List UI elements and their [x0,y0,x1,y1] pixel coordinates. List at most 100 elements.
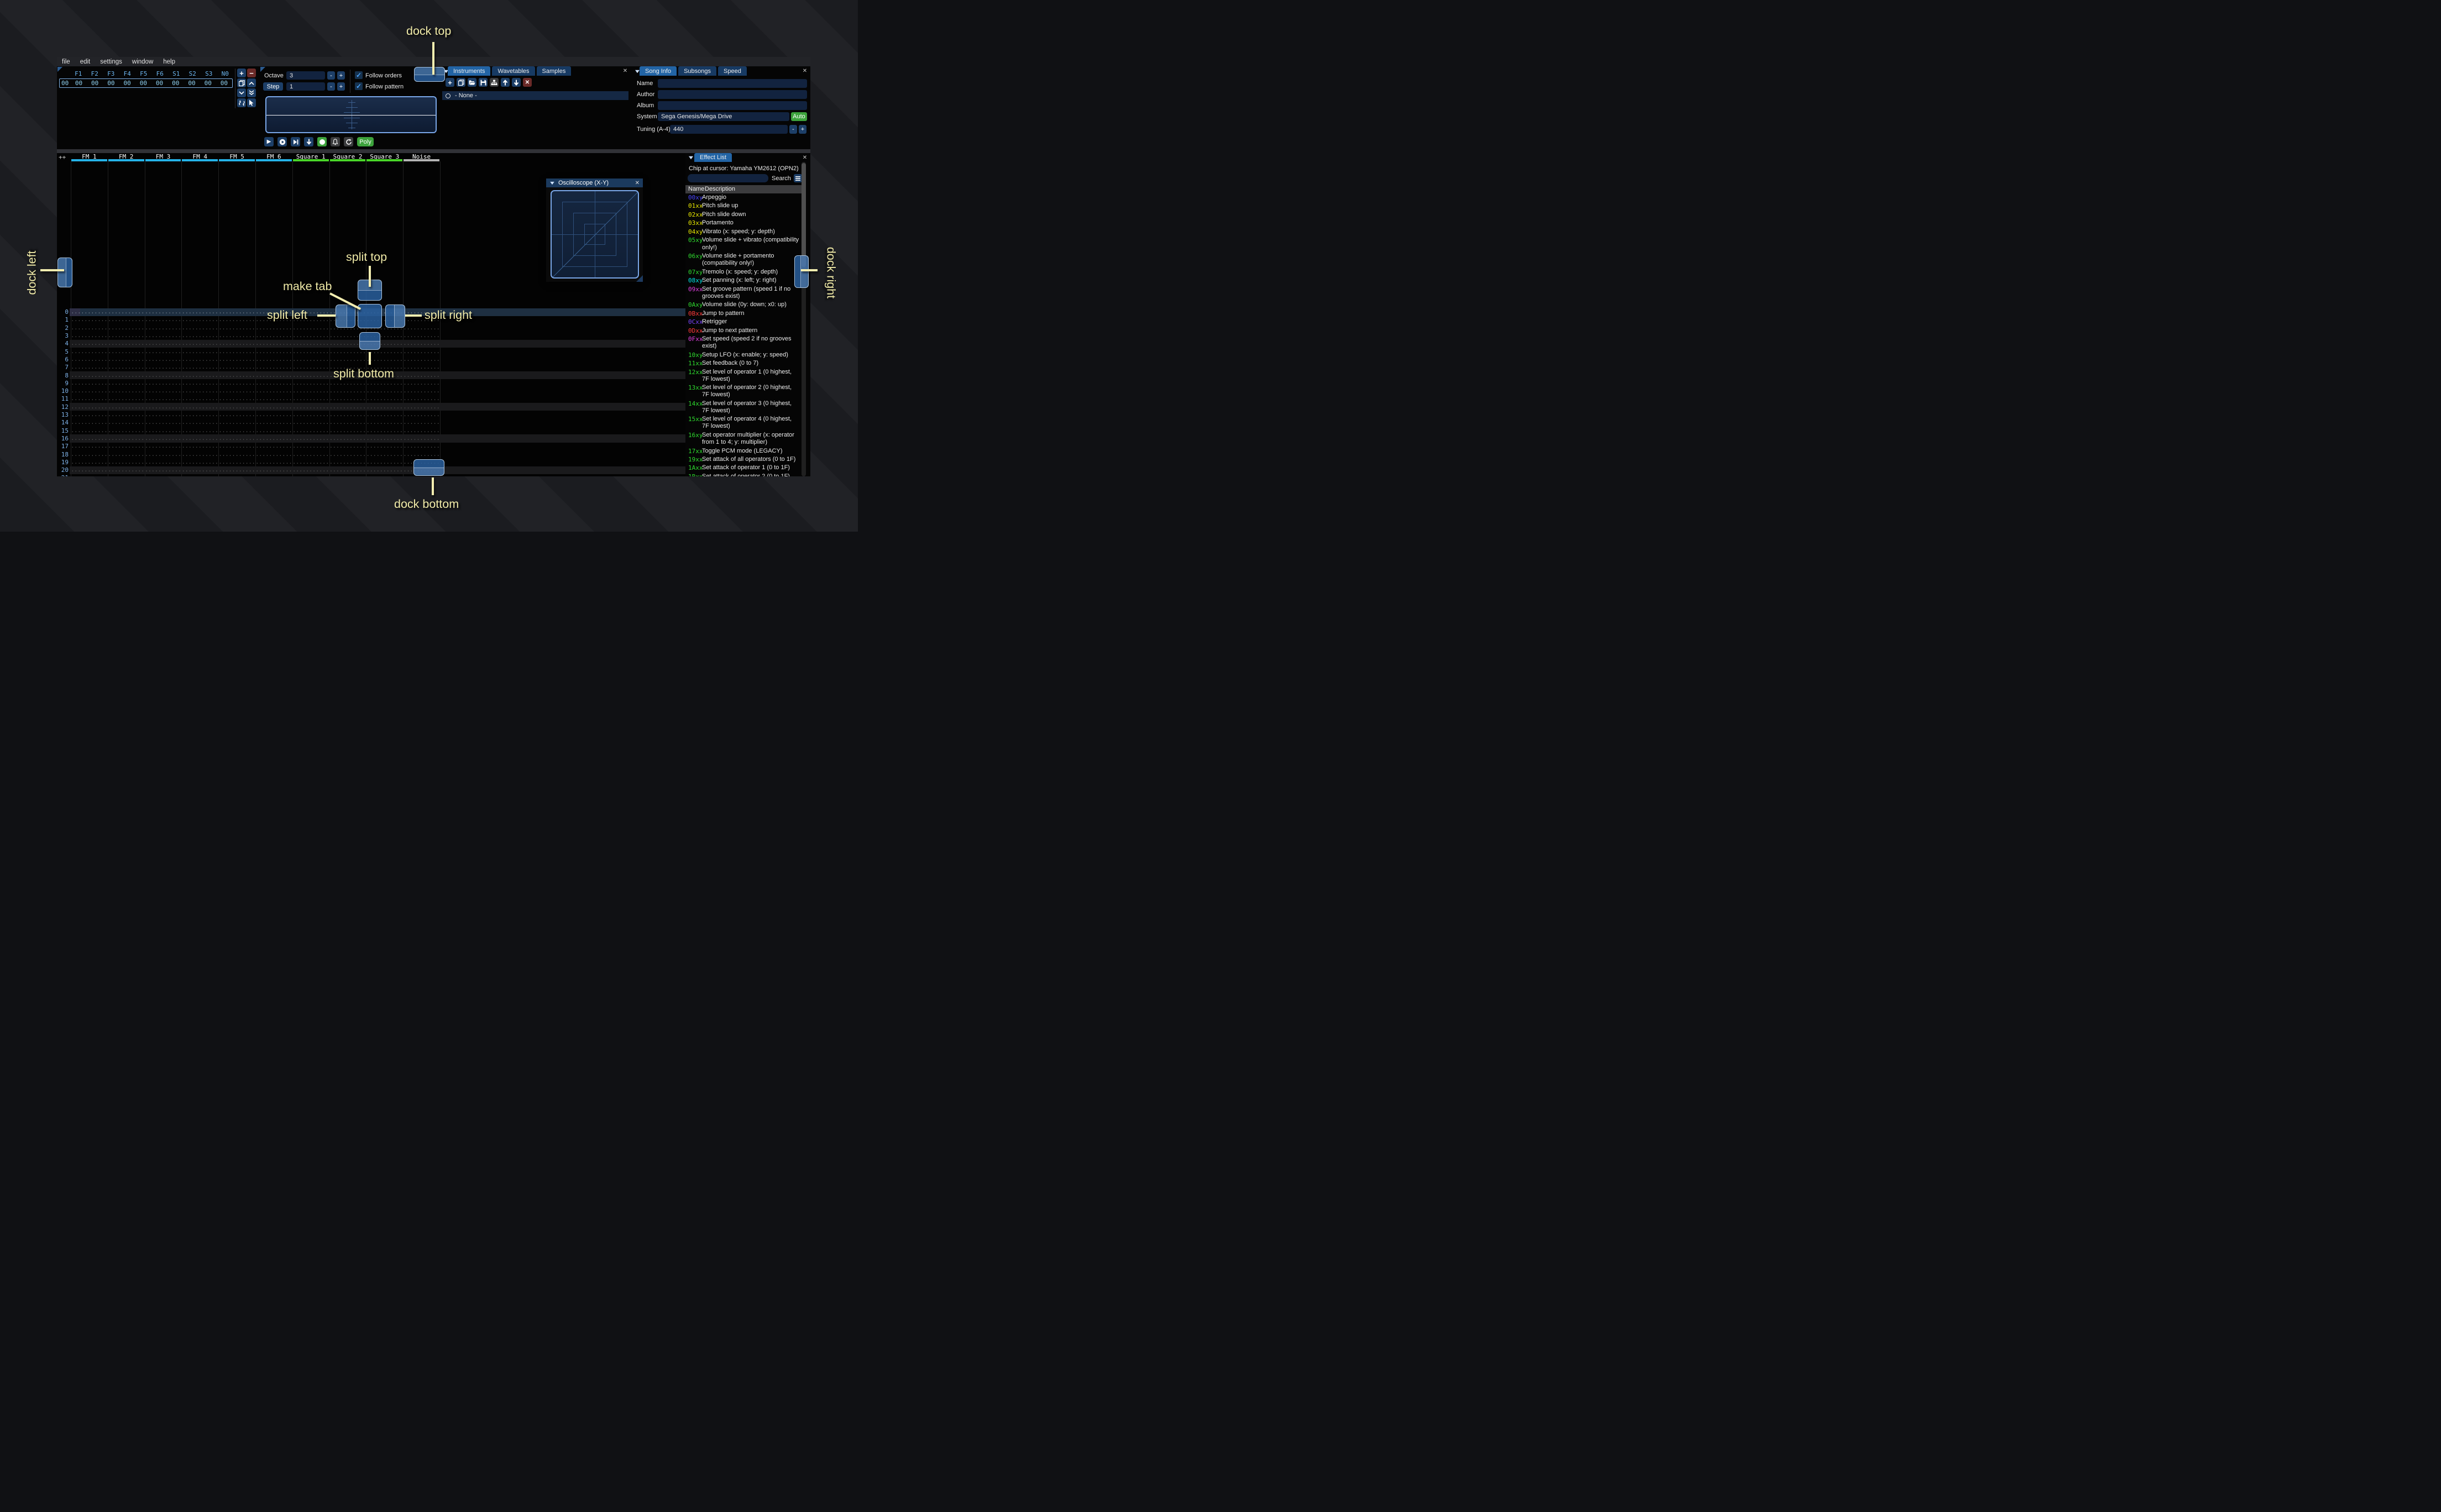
pattern-cell[interactable]: ........... [181,364,218,370]
pattern-row[interactable]: 21......................................… [57,474,685,476]
pattern-cell[interactable]: ........... [145,356,182,363]
split-left-target[interactable] [336,305,355,328]
pattern-cell[interactable]: ........... [292,372,329,379]
pattern-cell[interactable]: ........... [218,435,255,442]
system-auto-button[interactable]: Auto [791,112,807,121]
pattern-cell[interactable]: ........... [108,428,145,434]
pattern-cell[interactable]: ........... [108,380,145,386]
pattern-cell[interactable]: ........... [218,333,255,339]
pattern-cell[interactable]: ........... [366,388,403,394]
pattern-cell[interactable]: ........... [71,325,108,331]
dock-top-target[interactable] [414,67,445,82]
pattern-row[interactable]: 18......................................… [57,450,685,458]
pattern-row[interactable]: 19......................................… [57,458,685,466]
pattern-cell[interactable]: ........... [181,388,218,394]
pattern-cell[interactable]: ........... [403,388,440,394]
pattern-cell[interactable]: ........... [145,452,182,458]
pattern-cell[interactable]: ........... [366,412,403,418]
pattern-cell[interactable]: ........... [145,396,182,402]
pattern-cell[interactable]: ........... [145,309,182,315]
follow-orders-checkbox[interactable]: ✓ [355,71,363,79]
order-move-up-button[interactable] [247,78,256,87]
resize-grip[interactable] [636,275,643,282]
make-tab-target[interactable] [358,304,382,328]
pattern-cell[interactable]: ........... [366,467,403,473]
pattern-cell[interactable]: ........... [145,317,182,323]
pattern-cell[interactable]: ........... [181,412,218,418]
tuning-input[interactable]: 440 [670,125,788,134]
pattern-cell[interactable]: ........... [403,435,440,442]
step-play-button[interactable] [291,137,300,146]
pattern-cell[interactable]: ........... [329,467,366,473]
pattern-cell[interactable]: ........... [255,340,292,347]
pattern-cell[interactable]: ........... [71,404,108,410]
pattern-cell[interactable]: ........... [71,333,108,339]
pattern-cell[interactable]: ........... [218,404,255,410]
pattern-cell[interactable]: ........... [255,364,292,370]
pattern-cell[interactable]: ........... [108,340,145,347]
pattern-cell[interactable]: ........... [292,428,329,434]
order-cell[interactable]: 00 [200,80,216,87]
octave-increment-button[interactable]: + [337,71,345,80]
oscilloscope-display[interactable] [265,96,437,133]
pattern-row[interactable]: 13......................................… [57,411,685,418]
tab-effect-list[interactable]: Effect List [694,153,732,162]
effect-row[interactable]: 10xy Setup LFO (x: enable; y: speed) [685,351,803,360]
pattern-cell[interactable]: ........... [145,459,182,465]
pattern-cell[interactable]: ........... [71,467,108,473]
order-deep-clone-button[interactable] [237,98,246,107]
pattern-cell[interactable]: ........... [181,459,218,465]
pattern-cell[interactable]: ........... [145,364,182,370]
pattern-cell[interactable]: ........... [255,452,292,458]
pattern-cell[interactable]: ........... [145,419,182,426]
pattern-cell[interactable]: ........... [108,317,145,323]
pattern-cell[interactable]: ........... [108,443,145,449]
pattern-cell[interactable]: ........... [108,372,145,379]
pattern-cell[interactable]: ........... [181,475,218,476]
order-cell[interactable]: 00 [216,80,232,87]
pattern-cell[interactable]: ........... [403,452,440,458]
collapse-arrow-icon[interactable] [635,70,640,74]
pattern-cell[interactable]: ........... [366,396,403,402]
pattern-cell[interactable]: ........... [108,435,145,442]
menu-window[interactable]: window [127,59,158,65]
pattern-cell[interactable]: ........... [366,428,403,434]
pattern-cell[interactable]: ........... [108,467,145,473]
song-name-input[interactable] [658,79,807,88]
pattern-cell[interactable]: ........... [292,467,329,473]
pattern-cell[interactable]: ........... [403,443,440,449]
pattern-cell[interactable]: ........... [145,404,182,410]
poly-toggle-button[interactable]: Poly [357,137,374,146]
pattern-cell[interactable]: ........... [181,340,218,347]
effect-row[interactable]: 05xy Volume slide + vibrato (compatibilit… [685,237,803,253]
pattern-cell[interactable]: ........... [366,435,403,442]
pattern-cell[interactable]: ........... [292,356,329,363]
pattern-cell[interactable]: ........... [403,396,440,402]
pattern-cell[interactable]: ........... [108,349,145,355]
pattern-row[interactable]: 11......................................… [57,395,685,403]
pattern-cell[interactable]: ........... [218,309,255,315]
effect-row[interactable]: 16xy Set operator multiplier (x: operator… [685,432,803,448]
pattern-cell[interactable]: ........... [145,349,182,355]
pattern-cell[interactable]: ........... [366,443,403,449]
pattern-cell[interactable]: ........... [108,356,145,363]
tab-speed[interactable]: Speed [718,66,747,76]
pattern-cell[interactable]: ........... [255,372,292,379]
pattern-cell[interactable]: ........... [292,459,329,465]
pattern-cell[interactable]: ........... [218,340,255,347]
effect-row[interactable]: 06xy Volume slide + portamento (compatibi… [685,253,803,269]
pattern-cell[interactable]: ........... [292,388,329,394]
pattern-cell[interactable]: ........... [403,428,440,434]
effect-row[interactable]: 1Axx Set attack of operator 1 (0 to 1F) [685,464,803,473]
pattern-cell[interactable]: ........... [108,396,145,402]
pattern-cell[interactable]: ........... [181,372,218,379]
instrument-folder-view-button[interactable] [490,78,499,87]
pattern-cell[interactable]: ........... [108,452,145,458]
pattern-cell[interactable]: ........... [108,388,145,394]
pattern-cell[interactable]: ........... [108,459,145,465]
instrument-move-down-button[interactable] [512,78,521,87]
effect-row[interactable]: 07xy Tremolo (x: speed; y: depth) [685,269,803,277]
tab-samples[interactable]: Samples [536,66,572,76]
effect-list-menu-button[interactable] [794,174,802,182]
pattern-cell[interactable]: ........... [329,388,366,394]
